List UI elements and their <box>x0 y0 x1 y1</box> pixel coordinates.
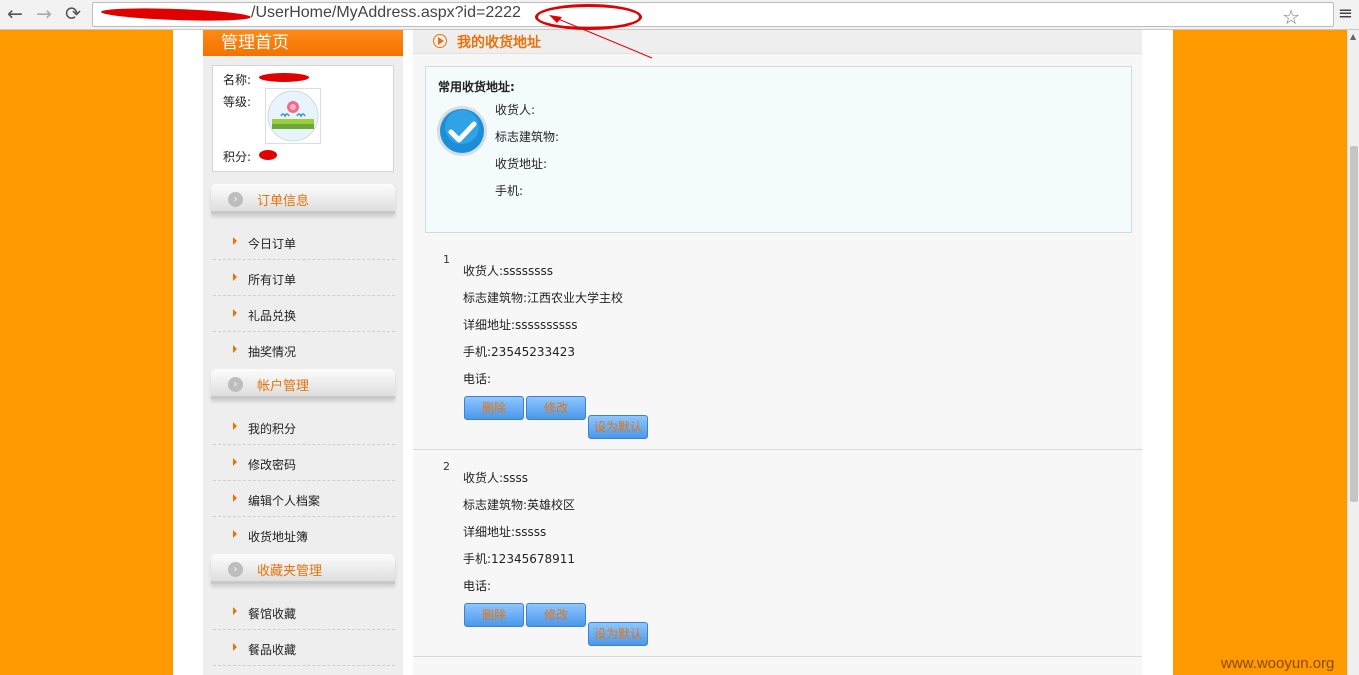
level-badge-icon <box>265 88 321 144</box>
default-address-label: 收货地址: <box>495 157 548 171</box>
default-receiver-label: 收货人: <box>495 103 536 117</box>
sidebar-item-edit-profile[interactable]: 编辑个人档案 <box>213 481 395 517</box>
sidebar-item-my-points[interactable]: 我的积分 <box>213 409 395 445</box>
scroll-up-icon[interactable]: ▲ <box>1350 32 1356 41</box>
sidebar-item-label: 修改密码 <box>248 458 297 472</box>
user-name-label: 名称: <box>223 73 252 87</box>
default-landmark-label: 标志建筑物: <box>495 130 560 144</box>
sidebar-item-today-orders[interactable]: 今日订单 <box>213 224 395 260</box>
sidebar-item-restaurant-favorites[interactable]: 餐馆收藏 <box>213 594 395 630</box>
section-order-info[interactable]: › 订单信息 <box>211 184 395 214</box>
entry-mobile: 手机:23545233423 <box>463 345 576 359</box>
sidebar-item-label: 抽奖情况 <box>248 345 297 359</box>
user-points-label: 积分: <box>223 150 252 164</box>
edit-button[interactable]: 修改 <box>526 603 586 627</box>
triangle-bullet-icon <box>233 458 237 466</box>
browser-menu-icon[interactable]: ≡ <box>1338 4 1353 24</box>
sidebar-item-dish-favorites[interactable]: 餐品收藏 <box>213 630 395 666</box>
play-circle-icon <box>433 34 447 48</box>
annotation-ellipse <box>535 4 642 30</box>
user-info-box: 名称: 等级: 积分: <box>212 65 394 172</box>
sidebar-item-all-orders[interactable]: 所有订单 <box>213 260 395 296</box>
triangle-bullet-icon <box>233 607 237 615</box>
address-entry: 2 收货人:ssss 标志建筑物:英雄校区 详细地址:sssss 手机:1234… <box>413 450 1142 657</box>
sidebar-item-label: 餐品收藏 <box>248 643 297 657</box>
sidebar-item-label: 所有订单 <box>248 273 297 287</box>
sidebar-item-address-book[interactable]: 收货地址簿 <box>213 517 395 553</box>
sidebar-item-change-password[interactable]: 修改密码 <box>213 445 395 481</box>
delete-button[interactable]: 删除 <box>464 396 524 420</box>
set-default-button[interactable]: 设为默认 <box>588 415 648 439</box>
main-header: 我的收货地址 <box>413 30 1142 54</box>
default-address-box: 常用收货地址: 收货人: 标志建筑物: 收货地址: 手机: <box>425 66 1132 233</box>
entry-detail: 详细地址:ssssssssss <box>463 318 578 332</box>
user-level-label: 等级: <box>223 95 252 109</box>
entry-receiver: 收货人:ssss <box>463 471 529 485</box>
triangle-bullet-icon <box>233 273 237 281</box>
sidebar-item-label: 礼品兑换 <box>248 309 297 323</box>
redaction-mark <box>259 150 277 160</box>
triangle-bullet-icon <box>233 237 237 245</box>
watermark-text: www.wooyun.org <box>1221 655 1335 672</box>
entry-phone: 电话: <box>463 372 492 386</box>
browser-toolbar: ← → ⟳ /UserHome/MyAddress.aspx?id=2222 ☆… <box>0 0 1359 30</box>
page-background: 管理首页 名称: 等级: 积分: › 订单信息 今日订单 所有订单 礼品兑换 抽… <box>0 30 1347 675</box>
section-account[interactable]: › 帐户管理 <box>211 369 395 399</box>
triangle-bullet-icon <box>233 494 237 502</box>
sidebar-item-label: 今日订单 <box>248 237 297 251</box>
sidebar: 管理首页 名称: 等级: 积分: › 订单信息 今日订单 所有订单 礼品兑换 抽… <box>203 30 403 675</box>
delete-button[interactable]: 删除 <box>464 603 524 627</box>
redaction-mark <box>100 6 252 23</box>
sidebar-item-lottery[interactable]: 抽奖情况 <box>213 332 395 368</box>
entry-number: 1 <box>443 253 450 266</box>
reload-icon[interactable]: ⟳ <box>62 3 84 25</box>
entry-phone: 电话: <box>463 579 492 593</box>
default-mobile-label: 手机: <box>495 184 524 198</box>
sidebar-item-label: 我的积分 <box>248 422 297 436</box>
checkmark-icon <box>437 106 487 156</box>
section-favorites[interactable]: › 收藏夹管理 <box>211 554 395 584</box>
sidebar-item-label: 收货地址簿 <box>248 530 309 544</box>
bookmark-star-icon[interactable]: ☆ <box>1282 5 1300 29</box>
section-label: 订单信息 <box>257 194 310 209</box>
triangle-bullet-icon <box>233 530 237 538</box>
address-entry: 1 收货人:ssssssss 标志建筑物:江西农业大学主校 详细地址:sssss… <box>413 243 1142 450</box>
entry-receiver: 收货人:ssssssss <box>463 264 554 278</box>
default-address-heading: 常用收货地址: <box>438 80 515 94</box>
back-icon[interactable]: ← <box>4 3 26 25</box>
sidebar-item-gift-exchange[interactable]: 礼品兑换 <box>213 296 395 332</box>
entry-number: 2 <box>443 460 450 473</box>
chevron-right-icon: › <box>228 192 243 207</box>
redaction-mark <box>259 73 309 82</box>
triangle-bullet-icon <box>233 422 237 430</box>
triangle-bullet-icon <box>233 643 237 651</box>
entry-mobile: 手机:12345678911 <box>463 552 576 566</box>
entry-landmark: 标志建筑物:英雄校区 <box>463 498 576 512</box>
address-bar[interactable]: /UserHome/MyAddress.aspx?id=2222 ☆ <box>92 2 1334 30</box>
sidebar-title[interactable]: 管理首页 <box>203 30 403 56</box>
chevron-right-icon: › <box>228 562 243 577</box>
url-text: /UserHome/MyAddress.aspx?id=2222 <box>251 4 521 21</box>
vertical-scrollbar[interactable]: ▲ <box>1347 30 1359 675</box>
scrollbar-thumb[interactable] <box>1350 146 1358 502</box>
sidebar-item-label: 餐馆收藏 <box>248 607 297 621</box>
entry-landmark: 标志建筑物:江西农业大学主校 <box>463 291 624 305</box>
section-label: 帐户管理 <box>257 379 310 394</box>
forward-icon[interactable]: → <box>33 3 55 25</box>
set-default-button[interactable]: 设为默认 <box>588 622 648 646</box>
section-label: 收藏夹管理 <box>257 564 323 579</box>
content-container: 管理首页 名称: 等级: 积分: › 订单信息 今日订单 所有订单 礼品兑换 抽… <box>173 30 1173 675</box>
triangle-bullet-icon <box>233 309 237 317</box>
chevron-right-icon: › <box>228 377 243 392</box>
sidebar-item-label: 编辑个人档案 <box>248 494 321 508</box>
triangle-bullet-icon <box>233 345 237 353</box>
edit-button[interactable]: 修改 <box>526 396 586 420</box>
entry-detail: 详细地址:sssss <box>463 525 547 539</box>
main-content: 我的收货地址 常用收货地址: 收货人: 标志建筑物: 收货地址: 手机: 1 收… <box>413 30 1142 675</box>
page-title: 我的收货地址 <box>457 35 541 51</box>
